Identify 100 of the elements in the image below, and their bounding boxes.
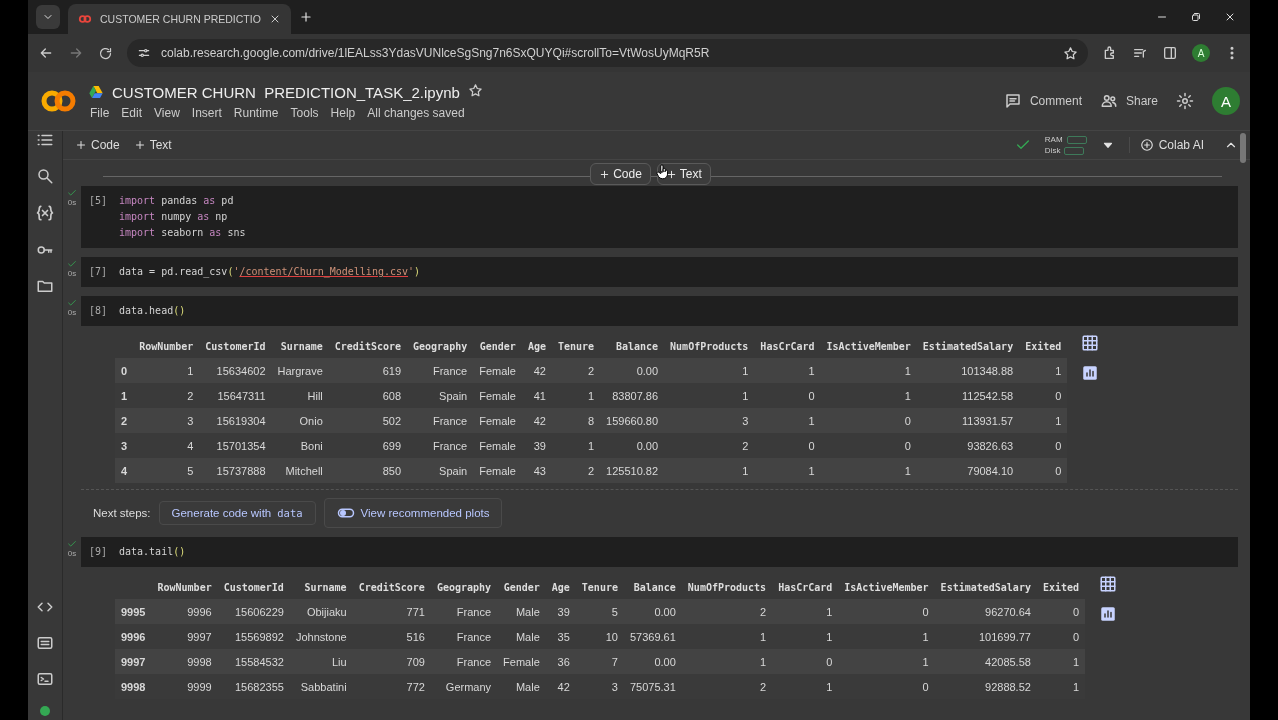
code-line: import numpy as np <box>119 210 229 224</box>
site-settings-icon[interactable] <box>137 46 151 60</box>
table-cell: 1 <box>838 624 935 649</box>
code-line: data.tail() <box>119 545 186 559</box>
bar-chart-icon[interactable] <box>1081 364 1100 382</box>
star-icon[interactable] <box>467 82 483 98</box>
table-cell: 1 <box>820 383 917 408</box>
code-cell[interactable]: [7] data = pd.read_csv('/content/Churn_Modelling.csv') <box>81 257 1238 287</box>
recommended-plots-button[interactable]: View recommended plots <box>323 498 503 528</box>
forward-icon[interactable] <box>68 45 84 61</box>
close-icon[interactable] <box>1224 11 1236 23</box>
menu-item[interactable]: View <box>154 105 180 120</box>
menu-item[interactable]: File <box>90 105 110 120</box>
command-palette-icon[interactable] <box>36 634 54 652</box>
table-cell: Spain <box>407 458 474 483</box>
menu-item[interactable]: Help <box>330 105 356 120</box>
side-panel-icon[interactable] <box>1162 45 1178 61</box>
add-cell-button[interactable]: Text <box>133 138 172 152</box>
tab-title: CUSTOMER CHURN PREDICTIO <box>100 13 261 25</box>
table-cell: 7 <box>575 649 624 674</box>
column-header: IsActiveMember <box>820 334 917 358</box>
table-cell: Hill <box>271 383 329 408</box>
resource-label: RAM <box>1044 134 1063 145</box>
column-header: Surname <box>271 334 329 358</box>
search-icon[interactable] <box>36 167 54 185</box>
menu-item[interactable]: Tools <box>290 105 319 120</box>
table-cell: France <box>407 433 474 458</box>
table-cell: 36 <box>545 649 576 674</box>
code-line: import pandas as pd <box>119 194 235 208</box>
table-cell: Female <box>473 433 522 458</box>
plus-icon <box>599 168 611 180</box>
table-cell: 5 <box>575 599 624 624</box>
table-cell: 101348.88 <box>916 358 1020 383</box>
column-header: HasCrCard <box>754 334 821 358</box>
column-header: Exited <box>1036 575 1086 599</box>
table-cell: 43 <box>521 458 552 483</box>
tab-search-button[interactable] <box>36 5 60 29</box>
save-status-link[interactable]: All changes saved <box>367 105 465 120</box>
notebook-title[interactable]: CUSTOMER CHURN PREDICTION_TASK_2.ipynb <box>112 83 460 101</box>
back-icon[interactable] <box>38 45 54 61</box>
table-cell: Female <box>473 408 522 433</box>
column-header: Tenure <box>575 575 624 599</box>
code-cell[interactable]: [8] data.head() <box>81 296 1238 326</box>
resource-meter <box>1066 135 1087 144</box>
add-cell-button[interactable]: Code <box>75 138 120 152</box>
table-cell: 2 <box>551 358 601 383</box>
generate-code-button[interactable]: Generate code with data <box>158 501 316 525</box>
comment-button[interactable]: Comment <box>1003 92 1082 110</box>
table-cell: 15619304 <box>199 408 272 433</box>
row-index: 9998 <box>115 674 152 699</box>
account-avatar[interactable]: A <box>1212 87 1240 115</box>
table-icon[interactable] <box>1099 575 1118 593</box>
star-icon[interactable] <box>1063 45 1078 61</box>
resource-meter <box>1064 146 1085 155</box>
table-cell: 3 <box>133 408 200 433</box>
table-cell: Liu <box>289 649 353 674</box>
table-cell: France <box>430 624 498 649</box>
menu-item[interactable]: Insert <box>191 105 222 120</box>
table-cell: 35 <box>545 624 576 649</box>
run-duration: 0s <box>67 269 77 278</box>
table-cell: 9999 <box>151 674 218 699</box>
profile-avatar[interactable]: A <box>1192 44 1210 62</box>
code-cell[interactable]: [5] import pandas as pd import numpy as np import seaborn as sns <box>81 186 1238 248</box>
column-header: Balance <box>623 575 682 599</box>
execution-count: [8] <box>89 304 109 318</box>
table-cell: 92888.52 <box>934 674 1037 699</box>
browser-tab[interactable]: CUSTOMER CHURN PREDICTIO <box>68 4 291 34</box>
table-cell: 0 <box>1019 433 1068 458</box>
column-header: Age <box>545 575 576 599</box>
menu-item[interactable]: Edit <box>121 105 143 120</box>
terminal-icon[interactable] <box>36 670 54 688</box>
share-button[interactable]: Share <box>1099 92 1158 110</box>
table-icon[interactable] <box>1081 334 1100 352</box>
code-cell[interactable]: [9] data.tail() <box>81 537 1238 567</box>
next-steps-label: Next steps: <box>93 507 151 519</box>
table-cell: 2 <box>133 383 200 408</box>
bar-chart-icon[interactable] <box>1099 605 1118 623</box>
table-cell: Hargrave <box>271 358 329 383</box>
scrollbar-thumb[interactable] <box>1240 133 1246 163</box>
run-duration: 0s <box>67 198 77 207</box>
table-cell: 79084.10 <box>916 458 1020 483</box>
variables-icon[interactable] <box>35 203 55 223</box>
reload-icon[interactable] <box>98 45 113 61</box>
table-cell: Onio <box>271 408 329 433</box>
table-cell: 0.00 <box>600 433 665 458</box>
table-cell: 1 <box>1036 649 1086 674</box>
resource-label: Disk <box>1044 145 1061 156</box>
table-cell: 0 <box>754 433 821 458</box>
address-bar[interactable]: colab.research.google.com/drive/1lEALss3YdasVUNlceSgSng7n6SxQUYQi#scrollTo=VtWosUyMqR5R <box>127 39 1088 67</box>
row-index: 4 <box>115 458 134 483</box>
table-cell: 57369.61 <box>623 624 682 649</box>
insert-cell-button[interactable]: Code <box>590 163 651 185</box>
new-tab-icon[interactable] <box>298 10 313 24</box>
column-header: HasCrCard <box>772 575 839 599</box>
restore-icon[interactable] <box>1190 11 1202 23</box>
insert-cell-button[interactable]: Text <box>656 163 711 185</box>
table-cell: 0 <box>1036 624 1086 649</box>
colab-ai-button[interactable]: Colab AI <box>1128 137 1210 153</box>
menu-item[interactable]: Runtime <box>233 105 279 120</box>
table-cell: Male <box>497 599 546 624</box>
